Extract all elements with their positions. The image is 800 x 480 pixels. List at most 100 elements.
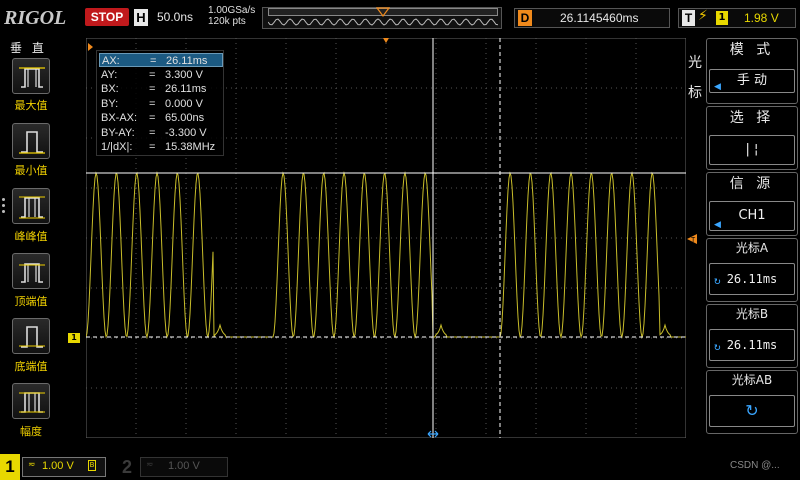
max-measure-button[interactable]: [12, 58, 50, 94]
max-measure-label: 最大值: [14, 99, 48, 112]
rising-edge-icon: ⚡: [698, 8, 708, 24]
menu-left-arrow-icon: ◀: [714, 82, 721, 92]
base-measure-button[interactable]: [12, 318, 50, 354]
cursor-readout-value: 26.11ms: [165, 83, 207, 95]
base-measure-icon: [19, 326, 45, 348]
ac-coupling-icon: ≂: [146, 460, 154, 470]
cursor-source-value: ◀ CH1: [709, 201, 795, 231]
cursor-readout-value: 3.300 V: [165, 68, 203, 81]
delay-label: D: [518, 10, 532, 26]
trigger-label: T: [682, 10, 695, 26]
timebase-value[interactable]: 50.0ns: [157, 10, 193, 24]
menu-page-dot: [2, 210, 5, 213]
peak-peak-icon: [19, 196, 45, 219]
timebase-label: H: [134, 9, 148, 26]
cursor-readout-key: BX:: [101, 83, 119, 95]
ch2-scale: 1.00 V: [168, 460, 200, 472]
ch2-button[interactable]: 2: [118, 454, 136, 480]
trigger-level: 1.98 V: [744, 11, 779, 25]
cursor-readout-eq: =: [149, 97, 156, 110]
cursor-b-value[interactable]: ↻ 26.11ms: [709, 329, 795, 361]
cursor-readout-key: AY:: [101, 68, 118, 81]
memory-wave-preview: [268, 18, 498, 26]
cursor-readout-row: 1/|dX|: = 15.38MHz: [99, 140, 223, 154]
cursor-readout-value: 26.11ms: [166, 55, 208, 67]
cursor-readout-row: BY-AY: = -3.300 V: [99, 126, 223, 140]
min-measure-icon: [19, 131, 45, 154]
cursor-a-button[interactable]: 光标A ↻ 26.11ms: [706, 238, 798, 302]
memory-depth: 120k pts: [208, 16, 246, 27]
cursor-readout-key: AX:: [102, 55, 120, 67]
cursor-mode-value: ◀ 手 动: [709, 69, 795, 93]
top-measure-icon: [19, 263, 45, 283]
cursor-readout-key: BY:: [101, 97, 119, 110]
cursor-b-button[interactable]: 光标B ↻ 26.11ms: [706, 304, 798, 368]
cursor-select-title: 选 择: [729, 110, 775, 126]
cursor-readout-eq: =: [149, 68, 156, 81]
cursor-b-title: 光标B: [735, 307, 769, 321]
ch1-offset-marker[interactable]: 1: [68, 333, 80, 343]
ac-coupling-icon: ≂: [28, 460, 36, 470]
ch1-scale: 1.00 V: [42, 460, 74, 472]
cursor-b-text: 26.11ms: [726, 338, 778, 352]
min-measure-label: 最小值: [14, 164, 48, 177]
trigger-source: 1: [716, 11, 728, 25]
vertical-measure-menu: 垂 直 最大值 最小值 峰峰值 顶端值 底端值 幅度: [0, 36, 62, 456]
cursor-readout-panel: AX: = 26.11ms AY: = 3.300 V BX: = 26.11ms BY: = 0.0…: [96, 50, 224, 156]
cursor-ab-title: 光标AB: [731, 373, 773, 387]
peak-peak-button[interactable]: [12, 188, 50, 224]
top-measure-button[interactable]: [12, 253, 50, 289]
cursor-source-text: CH1: [738, 208, 766, 223]
rotate-knob-icon: ↻: [714, 274, 721, 287]
run-stop-status[interactable]: STOP: [85, 8, 129, 26]
cursor-select-value: | ¦: [709, 135, 795, 165]
brand-logo: RIGOL: [4, 7, 67, 29]
cursor-select-button[interactable]: 选 择 | ¦: [706, 106, 798, 170]
cursor-readout-value: -3.300 V: [165, 126, 207, 139]
cursor-mode-text: 手 动: [736, 73, 768, 88]
cursor-readout-eq: =: [149, 83, 156, 95]
cursor-mode-button[interactable]: 模 式 ◀ 手 动: [706, 38, 798, 104]
cursor-source-title: 信 源: [729, 176, 775, 192]
memory-window-marker-icon: [376, 7, 390, 17]
cursor-ab-button[interactable]: 光标AB ↻: [706, 370, 798, 434]
amplitude-button[interactable]: [12, 383, 50, 419]
cursor-readout-eq: =: [149, 141, 156, 153]
top-measure-label: 顶端值: [14, 295, 48, 308]
menu-left-arrow-icon: ◀: [714, 220, 721, 230]
rotate-knob-icon[interactable]: ↻: [709, 395, 795, 427]
sample-rate: 1.00GSa/s: [208, 5, 256, 16]
cursor-readout-key: BX-AX:: [101, 112, 138, 124]
cursor-menu-side-label: 标: [688, 85, 702, 101]
cursor-readout-eq: =: [150, 55, 157, 67]
cursor-readout-value: 0.000 V: [165, 97, 203, 110]
cursor-menu-side-label: 光: [688, 55, 702, 71]
acquisition-info: 1.00GSa/s 120k pts: [208, 5, 255, 27]
base-measure-label: 底端值: [14, 360, 48, 373]
cursor-readout-eq: =: [149, 112, 156, 124]
channel-status-bar: 1 ≂ 1.00 V B 2 ≂ 1.00 V CSDN @...: [0, 454, 800, 480]
cursor-readout-eq: =: [149, 126, 156, 139]
cursor-readout-value: 65.00ns: [165, 112, 205, 124]
top-status-bar: RIGOL STOP H 50.0ns 1.00GSa/s 120k pts D…: [0, 0, 800, 36]
cursor-readout-row: BY: = 0.000 V: [99, 97, 223, 111]
cursor-a-title: 光标A: [735, 241, 769, 255]
cursor-readout-row: BX-AX: = 65.00ns: [99, 111, 223, 125]
peak-peak-label: 峰峰值: [14, 230, 48, 243]
cursor-readout-row: AX: = 26.11ms: [99, 53, 223, 67]
cursor-a-text: 26.11ms: [726, 272, 778, 286]
cursor-mode-title: 模 式: [729, 42, 775, 58]
cursor-a-value[interactable]: ↻ 26.11ms: [709, 263, 795, 295]
amplitude-icon: [19, 392, 45, 413]
amplitude-label: 幅度: [20, 425, 42, 438]
cursor-readout-key: BY-AY:: [101, 126, 135, 139]
cursor-readout-value: 15.38MHz: [165, 141, 216, 153]
ch1-button[interactable]: 1: [0, 454, 20, 480]
menu-page-dot: [2, 204, 5, 207]
min-measure-button[interactable]: [12, 123, 50, 159]
cursor-readout-row: BX: = 26.11ms: [99, 82, 223, 96]
cursor-menu: 光 标 模 式 ◀ 手 动 选 择 | ¦ 信 源 ◀ CH1 光标A ↻ 26…: [686, 36, 800, 456]
cursor-source-button[interactable]: 信 源 ◀ CH1: [706, 172, 798, 236]
vertical-menu-title: 垂 直: [10, 41, 47, 55]
cursor-readout-key: 1/|dX|:: [101, 141, 133, 153]
